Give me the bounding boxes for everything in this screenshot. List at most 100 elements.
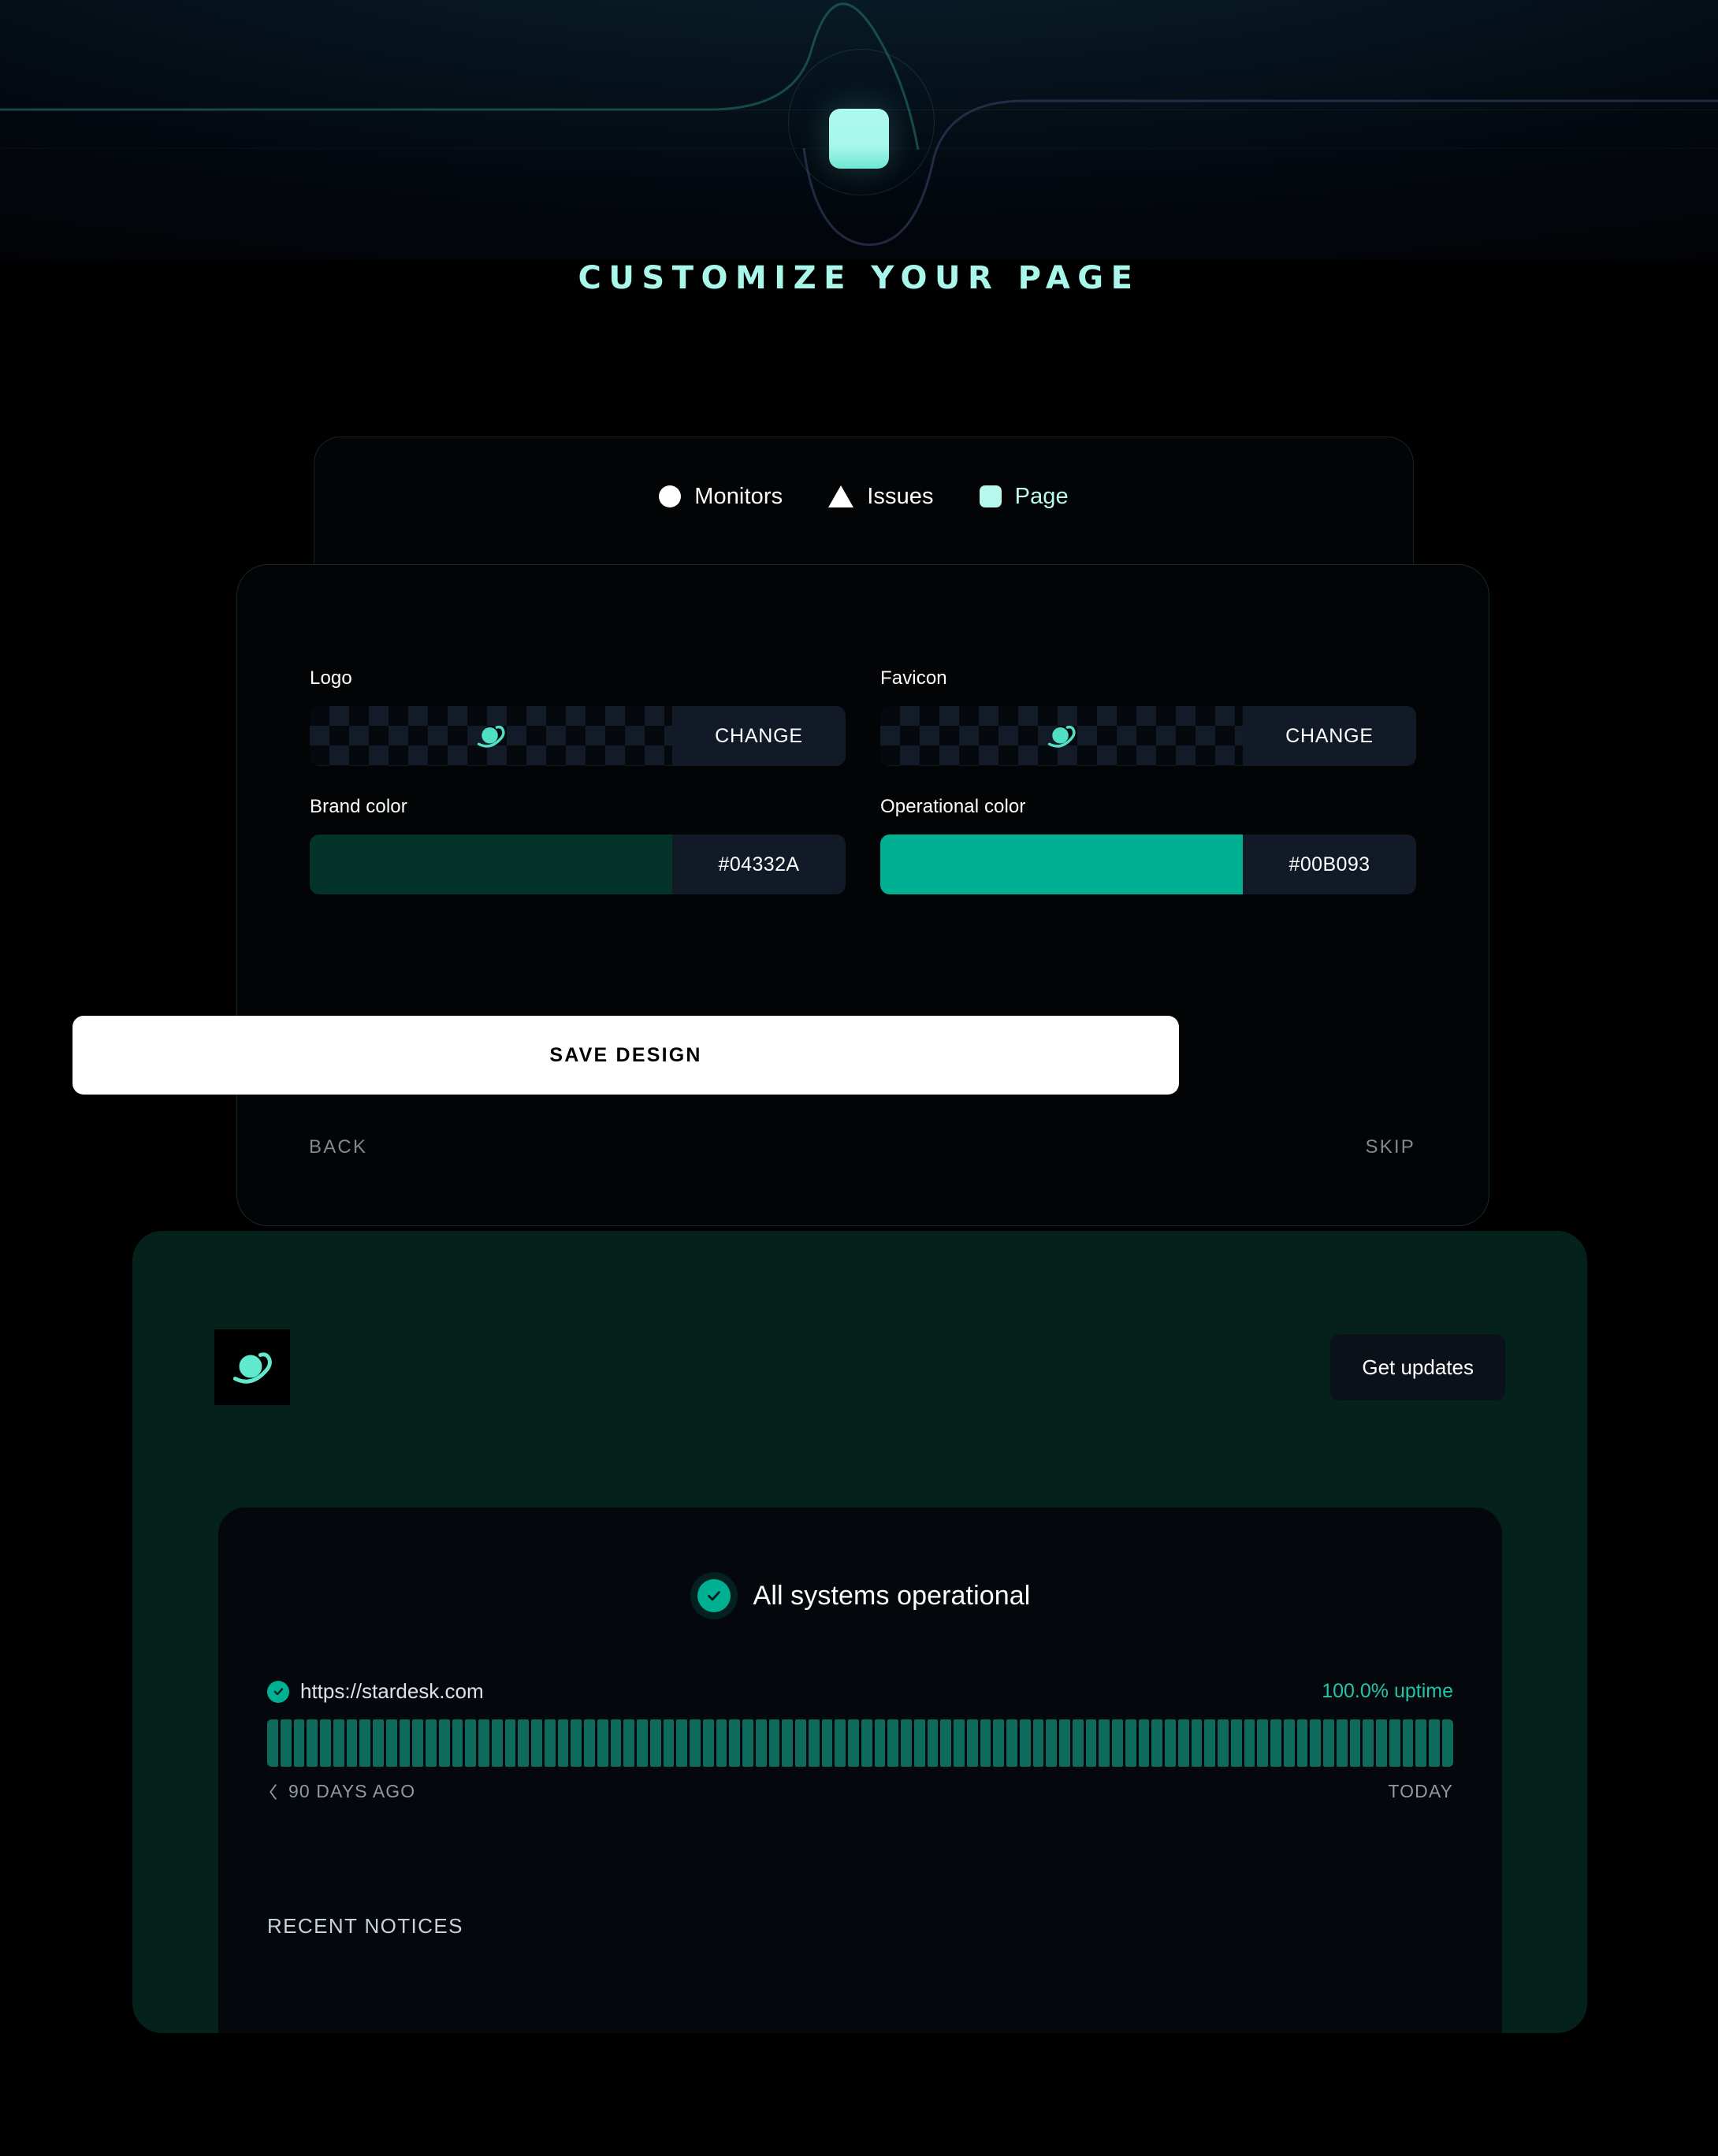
get-updates-button[interactable]: Get updates: [1330, 1334, 1505, 1400]
uptime-segment[interactable]: [280, 1719, 292, 1767]
tab-page[interactable]: Page: [979, 484, 1069, 510]
uptime-segment[interactable]: [1230, 1719, 1242, 1767]
uptime-segment[interactable]: [1389, 1719, 1400, 1767]
uptime-segment[interactable]: [663, 1719, 675, 1767]
uptime-segment[interactable]: [835, 1719, 846, 1767]
range-start-group[interactable]: 90 DAYS AGO: [267, 1781, 415, 1802]
tab-monitors[interactable]: Monitors: [659, 484, 783, 510]
uptime-segment[interactable]: [980, 1719, 991, 1767]
uptime-segment[interactable]: [623, 1719, 634, 1767]
uptime-segment[interactable]: [584, 1719, 595, 1767]
uptime-segment[interactable]: [874, 1719, 886, 1767]
uptime-segment[interactable]: [690, 1719, 701, 1767]
operational-color-row[interactable]: #00B093: [880, 835, 1416, 894]
save-design-button[interactable]: SAVE DESIGN: [73, 1016, 1179, 1095]
brand-color-hex-input[interactable]: #04332A: [672, 835, 846, 894]
uptime-segment[interactable]: [1099, 1719, 1110, 1767]
uptime-segment[interactable]: [1336, 1719, 1348, 1767]
uptime-segment[interactable]: [1191, 1719, 1203, 1767]
favicon-upload-row[interactable]: CHANGE: [880, 706, 1416, 766]
uptime-segment[interactable]: [544, 1719, 556, 1767]
uptime-bar[interactable]: [267, 1719, 1453, 1767]
uptime-segment[interactable]: [1072, 1719, 1084, 1767]
tab-issues[interactable]: Issues: [828, 484, 934, 510]
uptime-segment[interactable]: [1257, 1719, 1268, 1767]
uptime-segment[interactable]: [610, 1719, 622, 1767]
uptime-segment[interactable]: [742, 1719, 753, 1767]
uptime-segment[interactable]: [1112, 1719, 1123, 1767]
uptime-segment[interactable]: [557, 1719, 569, 1767]
uptime-segment[interactable]: [782, 1719, 793, 1767]
uptime-segment[interactable]: [359, 1719, 370, 1767]
uptime-segment[interactable]: [531, 1719, 542, 1767]
uptime-segment[interactable]: [637, 1719, 648, 1767]
uptime-segment[interactable]: [649, 1719, 661, 1767]
uptime-segment[interactable]: [1441, 1719, 1453, 1767]
uptime-segment[interactable]: [385, 1719, 397, 1767]
uptime-segment[interactable]: [267, 1719, 278, 1767]
uptime-segment[interactable]: [438, 1719, 450, 1767]
uptime-segment[interactable]: [702, 1719, 714, 1767]
uptime-segment[interactable]: [768, 1719, 780, 1767]
uptime-segment[interactable]: [478, 1719, 489, 1767]
logo-upload-row[interactable]: CHANGE: [310, 706, 846, 766]
uptime-segment[interactable]: [1125, 1719, 1136, 1767]
uptime-segment[interactable]: [307, 1719, 318, 1767]
favicon-change-button[interactable]: CHANGE: [1243, 706, 1416, 766]
uptime-segment[interactable]: [1270, 1719, 1281, 1767]
uptime-segment[interactable]: [1006, 1719, 1017, 1767]
uptime-segment[interactable]: [887, 1719, 898, 1767]
uptime-segment[interactable]: [1204, 1719, 1215, 1767]
uptime-segment[interactable]: [1310, 1719, 1321, 1767]
back-link[interactable]: BACK: [309, 1136, 367, 1158]
uptime-segment[interactable]: [861, 1719, 872, 1767]
uptime-segment[interactable]: [1046, 1719, 1057, 1767]
uptime-segment[interactable]: [1151, 1719, 1162, 1767]
uptime-segment[interactable]: [954, 1719, 965, 1767]
uptime-segment[interactable]: [333, 1719, 344, 1767]
uptime-segment[interactable]: [821, 1719, 833, 1767]
uptime-segment[interactable]: [571, 1719, 582, 1767]
monitor-url[interactable]: https://stardesk.com: [300, 1679, 484, 1704]
uptime-segment[interactable]: [729, 1719, 740, 1767]
uptime-segment[interactable]: [426, 1719, 437, 1767]
uptime-segment[interactable]: [518, 1719, 529, 1767]
uptime-segment[interactable]: [913, 1719, 925, 1767]
operational-color-swatch[interactable]: [880, 835, 1243, 894]
uptime-segment[interactable]: [491, 1719, 503, 1767]
uptime-segment[interactable]: [465, 1719, 476, 1767]
uptime-segment[interactable]: [927, 1719, 939, 1767]
uptime-segment[interactable]: [1138, 1719, 1150, 1767]
uptime-segment[interactable]: [346, 1719, 358, 1767]
skip-link[interactable]: SKIP: [1182, 1136, 1415, 1158]
uptime-segment[interactable]: [1032, 1719, 1044, 1767]
uptime-segment[interactable]: [1376, 1719, 1387, 1767]
brand-color-swatch[interactable]: [310, 835, 672, 894]
uptime-segment[interactable]: [966, 1719, 978, 1767]
uptime-segment[interactable]: [1296, 1719, 1308, 1767]
uptime-segment[interactable]: [293, 1719, 305, 1767]
uptime-segment[interactable]: [412, 1719, 423, 1767]
uptime-segment[interactable]: [901, 1719, 912, 1767]
uptime-segment[interactable]: [320, 1719, 331, 1767]
uptime-segment[interactable]: [597, 1719, 608, 1767]
uptime-segment[interactable]: [1059, 1719, 1070, 1767]
uptime-segment[interactable]: [1323, 1719, 1334, 1767]
uptime-segment[interactable]: [1165, 1719, 1176, 1767]
uptime-segment[interactable]: [755, 1719, 767, 1767]
uptime-segment[interactable]: [1244, 1719, 1255, 1767]
uptime-segment[interactable]: [399, 1719, 411, 1767]
uptime-segment[interactable]: [1349, 1719, 1361, 1767]
uptime-segment[interactable]: [1415, 1719, 1426, 1767]
uptime-segment[interactable]: [1177, 1719, 1189, 1767]
brand-color-row[interactable]: #04332A: [310, 835, 846, 894]
uptime-segment[interactable]: [1402, 1719, 1414, 1767]
uptime-segment[interactable]: [1283, 1719, 1295, 1767]
uptime-segment[interactable]: [808, 1719, 820, 1767]
logo-change-button[interactable]: CHANGE: [672, 706, 846, 766]
uptime-segment[interactable]: [1363, 1719, 1374, 1767]
uptime-segment[interactable]: [993, 1719, 1004, 1767]
uptime-segment[interactable]: [504, 1719, 516, 1767]
uptime-segment[interactable]: [1019, 1719, 1031, 1767]
uptime-segment[interactable]: [716, 1719, 727, 1767]
